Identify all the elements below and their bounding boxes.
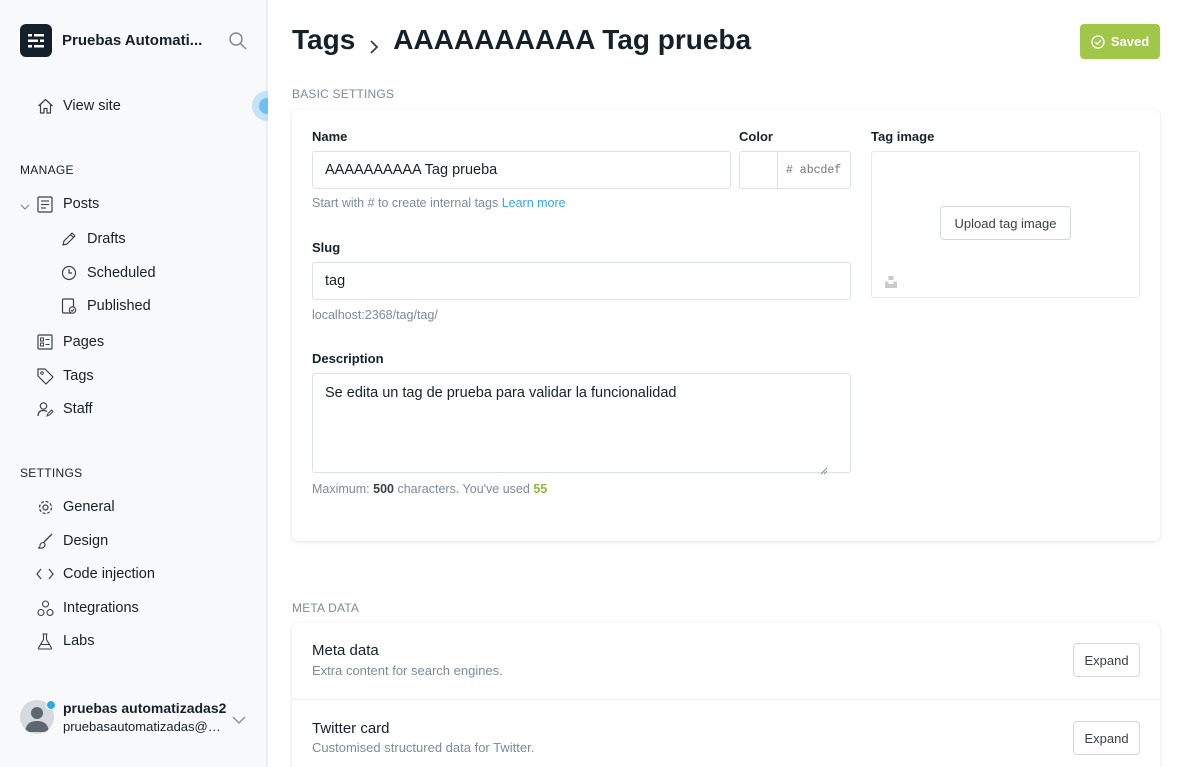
description-label: Description <box>312 351 384 366</box>
basic-settings-heading: BASIC SETTINGS <box>292 87 395 101</box>
save-button[interactable]: Saved <box>1080 24 1160 59</box>
name-input[interactable] <box>312 151 731 189</box>
nav-labs[interactable]: Labs <box>36 632 94 650</box>
nav-posts[interactable]: Posts <box>36 195 99 213</box>
resize-handle-icon[interactable] <box>820 462 828 475</box>
page-title: Tags AAAAAAAAAA Tag prueba <box>292 24 751 56</box>
chevron-right-icon <box>367 31 381 54</box>
meta-data-heading: META DATA <box>292 601 360 615</box>
search-icon[interactable] <box>228 31 248 51</box>
staff-icon <box>36 400 54 418</box>
meta-row-title: Twitter card <box>312 720 390 737</box>
nav-general-label: General <box>63 499 115 515</box>
expand-twitter-card-button[interactable]: Expand <box>1073 721 1140 755</box>
expand-meta-data-button[interactable]: Expand <box>1073 643 1140 677</box>
account-name: pruebas automatizadas2 <box>63 700 227 716</box>
nav-scheduled[interactable]: Scheduled <box>60 264 156 282</box>
site-name: Pruebas Automati... <box>62 32 203 49</box>
name-hint: Start with # to create internal tags Lea… <box>312 196 566 210</box>
nav-drafts[interactable]: Drafts <box>60 230 126 248</box>
meta-row-subtitle: Customised structured data for Twitter. <box>312 740 535 755</box>
desc-used-count: 55 <box>533 482 548 496</box>
notification-dot <box>46 700 56 710</box>
integrations-icon <box>36 599 54 617</box>
name-hint-text: Start with # to create internal tags <box>312 196 499 210</box>
slug-label: Slug <box>312 240 341 255</box>
list-item: Meta data Extra content for search engin… <box>292 623 1160 700</box>
nav-scheduled-label: Scheduled <box>87 265 156 281</box>
upload-tag-image-button[interactable]: Upload tag image <box>940 206 1071 240</box>
nav-design-label: Design <box>63 533 109 549</box>
nav-labs-label: Labs <box>63 633 95 649</box>
published-icon <box>60 297 78 315</box>
tag-image-uploader[interactable]: Upload tag image <box>871 151 1140 298</box>
nav-integrations[interactable]: Integrations <box>36 599 139 617</box>
tag-image-label: Tag image <box>871 129 935 144</box>
description-hint: Maximum: 500 characters. You've used 55 <box>312 482 547 496</box>
meta-row-subtitle: Extra content for search engines. <box>312 663 503 678</box>
color-label: Color <box>739 129 773 144</box>
basic-settings-card: Name Start with # to create internal tag… <box>292 109 1160 541</box>
nav-posts-label: Posts <box>63 196 100 212</box>
settings-heading: SETTINGS <box>20 466 83 480</box>
meta-card: Meta data Extra content for search engin… <box>292 623 1160 767</box>
sidebar: Pruebas Automati... View site MANAGE Pos… <box>0 0 282 767</box>
main-content: Tags AAAAAAAAAA Tag prueba Saved BASIC S… <box>268 0 1184 767</box>
clock-icon <box>60 264 78 282</box>
color-input[interactable] <box>777 151 851 189</box>
gear-icon <box>36 498 54 516</box>
nav-integrations-label: Integrations <box>63 600 139 616</box>
nav-tags-label: Tags <box>63 368 94 384</box>
nav-pages-label: Pages <box>63 334 105 350</box>
meta-row-title: Meta data <box>312 642 379 659</box>
nav-pages[interactable]: Pages <box>36 333 104 351</box>
flask-icon <box>36 632 54 650</box>
slug-input[interactable] <box>312 262 851 300</box>
pencil-icon <box>60 230 78 248</box>
unsplash-icon[interactable] <box>884 275 898 289</box>
description-textarea[interactable]: Se edita un tag de prueba para validar l… <box>312 373 851 473</box>
tag-icon <box>36 367 54 385</box>
code-icon <box>36 565 54 583</box>
slug-url: localhost:2368/tag/tag/ <box>312 308 438 322</box>
account-email: pruebasautomatizadas@u... <box>63 719 223 734</box>
save-button-label: Saved <box>1110 34 1150 49</box>
nav-general[interactable]: General <box>36 498 115 516</box>
nav-published-label: Published <box>87 298 151 314</box>
chevron-down-icon[interactable] <box>232 712 246 724</box>
desc-hint-middle: characters. You've used <box>397 482 530 496</box>
manage-heading: MANAGE <box>20 163 74 177</box>
nav-staff[interactable]: Staff <box>36 400 93 418</box>
site-logo-icon <box>20 24 52 57</box>
color-swatch[interactable] <box>739 151 777 189</box>
name-label: Name <box>312 129 348 144</box>
desc-hint-prefix: Maximum: <box>312 482 370 496</box>
chevron-down-icon[interactable] <box>20 199 30 210</box>
nav-design[interactable]: Design <box>36 532 108 550</box>
posts-icon <box>36 195 54 213</box>
breadcrumb-current: AAAAAAAAAA Tag prueba <box>393 24 752 55</box>
nav-view-site[interactable]: View site <box>36 97 121 115</box>
pages-icon <box>36 333 54 351</box>
breadcrumb-tags-link[interactable]: Tags <box>292 24 355 56</box>
nav-drafts-label: Drafts <box>87 231 126 247</box>
nav-staff-label: Staff <box>63 401 93 417</box>
list-item: Twitter card Customised structured data … <box>292 700 1160 767</box>
brush-icon <box>36 532 54 550</box>
nav-published[interactable]: Published <box>60 297 151 315</box>
learn-more-link[interactable]: Learn more <box>502 196 566 210</box>
check-circle-icon <box>1091 34 1105 49</box>
brand[interactable]: Pruebas Automati... <box>20 24 212 57</box>
nav-tags[interactable]: Tags <box>36 367 94 385</box>
nav-code-injection[interactable]: Code injection <box>36 565 155 583</box>
home-icon <box>36 97 54 115</box>
nav-view-site-label: View site <box>63 98 121 114</box>
desc-max-count: 500 <box>373 482 394 496</box>
nav-code-injection-label: Code injection <box>63 566 155 582</box>
